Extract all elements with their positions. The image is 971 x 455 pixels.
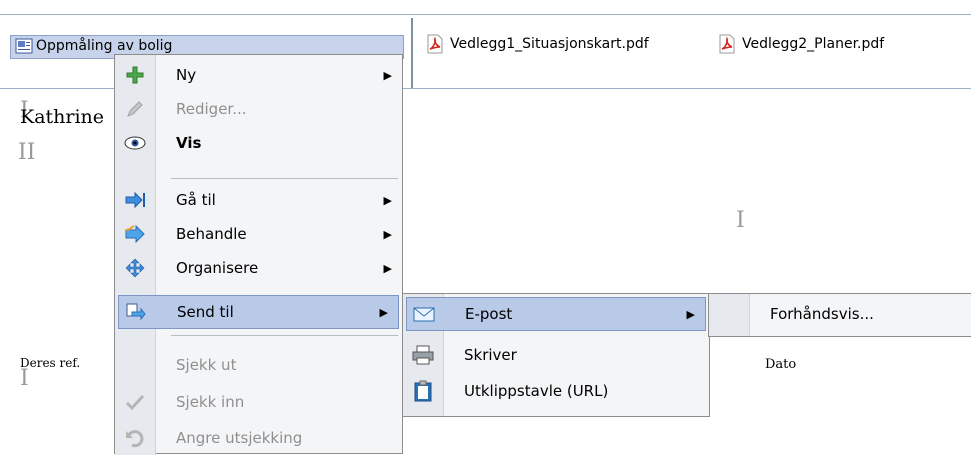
submenu-arrow-icon: ▶: [686, 307, 695, 321]
undo-icon: [123, 426, 147, 450]
printer-icon: [411, 343, 435, 367]
menu-item-behandle[interactable]: Behandle ▶: [115, 217, 402, 251]
menu-item-e-post[interactable]: E-post ▶: [406, 297, 706, 331]
submenu-arrow-icon: ▶: [383, 261, 392, 275]
recipient-name[interactable]: Kathrine: [20, 106, 104, 128]
menu-item-organisere[interactable]: Organisere ▶: [115, 251, 402, 285]
submenu-arrow-icon: ▶: [383, 193, 392, 207]
menu-item-ga-til[interactable]: Gå til ▶: [115, 183, 402, 217]
eye-icon: [123, 131, 147, 155]
goto-arrow-icon: [123, 188, 147, 212]
menu-item-vis[interactable]: Vis: [115, 126, 402, 160]
menu-item-angre-utsjekking[interactable]: Angre utsjekking: [115, 421, 402, 455]
pencil-icon: [123, 97, 147, 121]
dato-label: Dato: [765, 357, 797, 372]
text-cursor-mark: I: [20, 366, 29, 391]
attachment-file-name: Vedlegg2_Planer.pdf: [742, 36, 885, 52]
checkmark-icon: [123, 390, 147, 414]
context-menu: Ny ▶ Rediger... Vis Gå til ▶ Behandle ▶ …: [114, 54, 403, 455]
text-cursor-mark: I: [736, 208, 745, 233]
plus-icon: [123, 63, 147, 87]
menu-item-utklippstavle[interactable]: Utklippstavle (URL): [403, 374, 709, 408]
send-to-icon: [124, 300, 148, 324]
attachment-file-name: Vedlegg1_Situasjonskart.pdf: [450, 36, 649, 52]
top-divider: [0, 14, 971, 15]
menu-item-send-til[interactable]: Send til ▶: [118, 295, 399, 329]
pdf-icon: [426, 34, 444, 54]
send-to-submenu: E-post ▶ Skriver Utklippstavle (URL): [402, 293, 710, 417]
menu-item-sjekk-ut[interactable]: Sjekk ut: [115, 348, 402, 382]
menu-item-ny[interactable]: Ny ▶: [115, 58, 402, 92]
attachment-separator: [411, 18, 413, 88]
process-arrow-icon: [123, 222, 147, 246]
submenu-arrow-icon: ▶: [383, 227, 392, 241]
menu-item-forhandsvis[interactable]: Forhåndsvis...: [709, 297, 971, 331]
move-icon: [123, 256, 147, 280]
menu-separator: [171, 335, 398, 336]
pdf-icon: [718, 34, 736, 54]
submenu-arrow-icon: ▶: [379, 305, 388, 319]
submenu-arrow-icon: ▶: [383, 68, 392, 82]
document-icon: [15, 38, 33, 54]
clipboard-icon: [411, 379, 435, 403]
attachment-file-1[interactable]: Vedlegg1_Situasjonskart.pdf: [426, 32, 649, 56]
menu-item-skriver[interactable]: Skriver: [403, 338, 709, 372]
deres-ref-label: Deres ref.: [20, 356, 81, 370]
email-icon: [412, 302, 436, 326]
email-submenu: Forhåndsvis...: [708, 293, 971, 337]
attachment-file-2[interactable]: Vedlegg2_Planer.pdf: [718, 32, 884, 56]
menu-item-rediger[interactable]: Rediger...: [115, 92, 402, 126]
selected-attachment-label: Oppmåling av bolig: [36, 38, 173, 54]
menu-item-sjekk-inn[interactable]: Sjekk inn: [115, 385, 402, 419]
text-cursor-mark: II: [18, 140, 36, 165]
menu-separator: [171, 178, 398, 179]
